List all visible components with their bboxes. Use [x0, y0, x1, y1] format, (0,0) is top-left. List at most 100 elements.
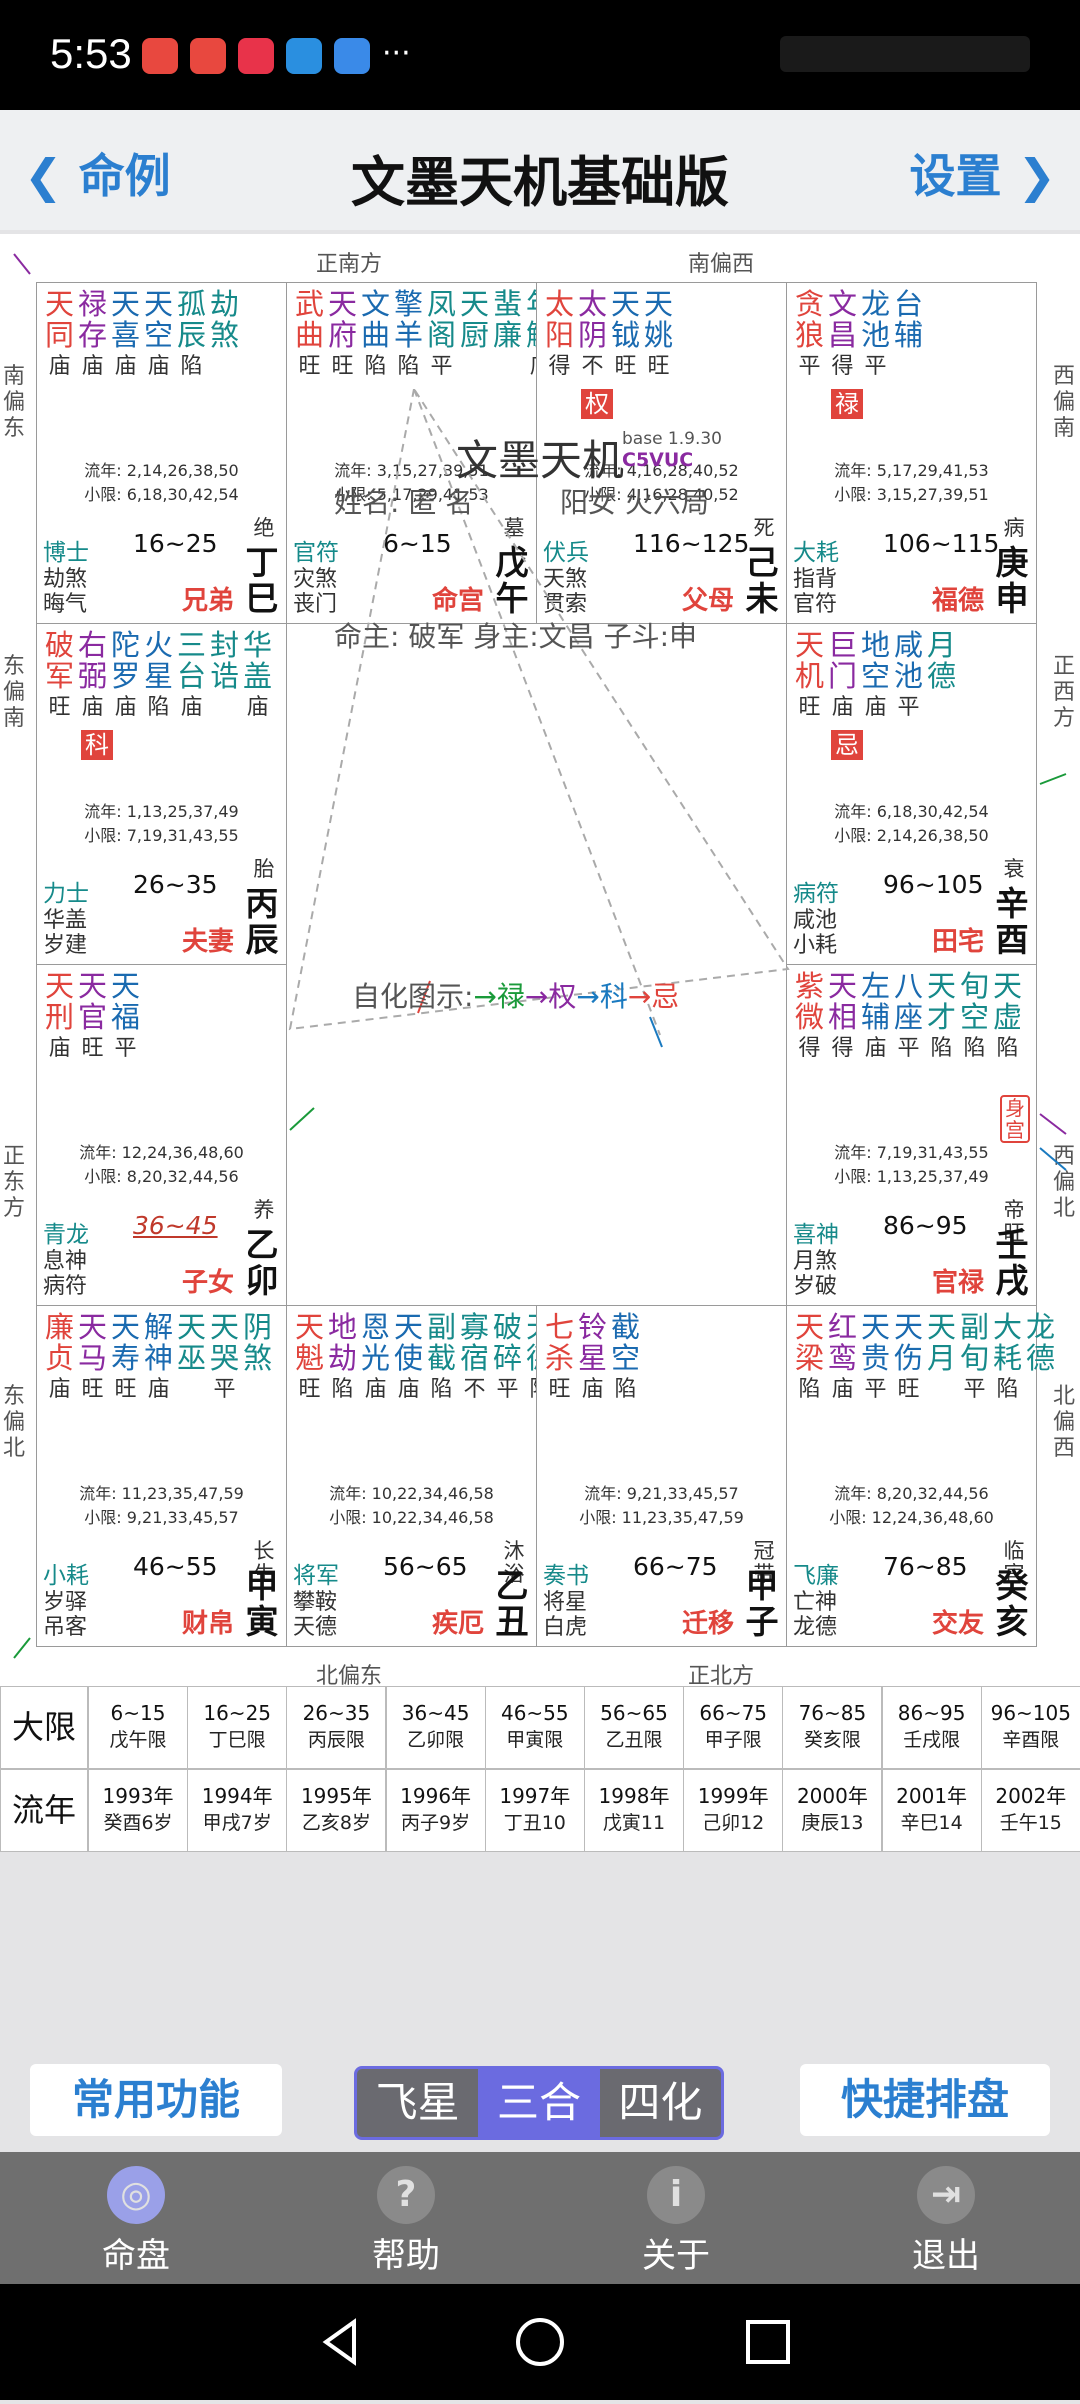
liunian-cell[interactable]: 1993年 癸酉6岁	[88, 1769, 188, 1852]
star-char: 咸	[893, 628, 923, 662]
star-char: 解	[143, 1310, 173, 1344]
chart-app-title: 文墨天机	[456, 436, 625, 485]
daxian-cell[interactable]: 86~95 壬戌限	[881, 1686, 982, 1769]
daxian-cell[interactable]: 66~75 甲子限	[683, 1686, 784, 1769]
daxian-cell-bottom: 乙卯限	[407, 1729, 465, 1751]
deity-tertiary: 岁破	[793, 1274, 838, 1299]
liunian-cell[interactable]: 1994年 甲戌7岁	[187, 1769, 288, 1852]
liunian-cell[interactable]: 2000年 庚辰13	[782, 1769, 883, 1852]
segment-feixing[interactable]: 飞星	[357, 2069, 478, 2137]
star-char: 煞	[242, 1341, 272, 1375]
segment-sihua[interactable]: 四化	[600, 2069, 721, 2137]
liunian-cell-bottom: 己卯12	[702, 1812, 765, 1834]
deity-name: 小耗	[43, 1563, 89, 1589]
liunian-cell[interactable]: 1996年 丙子9岁	[385, 1769, 486, 1852]
star: 八座平	[892, 971, 925, 1063]
tab-help[interactable]: ? 帮助	[306, 2152, 506, 2284]
daxian-cell-top: 26~35	[302, 1701, 371, 1725]
liunian-cell[interactable]: 2002年 壬午15	[980, 1769, 1080, 1852]
deity-name: 大耗	[793, 540, 839, 566]
palace-cell[interactable]: 天魁旺地劫陷恩光庙天使庙副截陷寡宿不破碎平天德陷流年: 10,22,34,46,…	[286, 1305, 555, 1647]
palace-cell[interactable]: 七杀旺铃星庙截空陷流年: 9,21,33,45,57 小限: 11,23,35,4…	[536, 1305, 787, 1647]
star-char: 恩	[360, 1310, 390, 1344]
star-brightness: 平	[897, 695, 920, 720]
daxian-cell-top: 46~55	[500, 1701, 569, 1725]
star-brightness: 平	[213, 1377, 236, 1402]
star-char: 旬	[959, 1341, 989, 1375]
daxian-cell[interactable]: 6~15 戊午限	[88, 1686, 188, 1769]
star: 擎羊陷	[392, 289, 425, 381]
star-brightness: 得	[831, 354, 854, 379]
palace-cell[interactable]: 廉贞庙天马旺天寿旺解神庙天巫天哭平阴煞流年: 11,23,35,47,59 小限:…	[36, 1305, 287, 1647]
star-char: 天	[794, 628, 824, 662]
palace-cell[interactable]: 天梁陷红鸾庙天贵平天伤旺天月副旬平大耗陷龙德流年: 8,20,32,44,56 小…	[786, 1305, 1055, 1647]
star-brightness: 旺	[798, 695, 821, 720]
star: 天府旺	[326, 289, 359, 381]
daxian-cell[interactable]: 36~45 乙卯限	[385, 1686, 486, 1769]
star-char: 月	[926, 628, 956, 662]
liunian-cell[interactable]: 2001年 辛巳14	[881, 1769, 982, 1852]
chart-version: base 1.9.30	[622, 429, 722, 449]
deity-tertiary: 晦气	[43, 592, 88, 617]
liunian-cell-top: 2002年	[995, 1784, 1067, 1808]
star-char: 罗	[110, 659, 140, 693]
liunian-cell[interactable]: 1995年 乙亥8岁	[286, 1769, 387, 1852]
tab-label: 帮助	[372, 2236, 440, 2276]
daxian-cell[interactable]: 26~35 丙辰限	[286, 1686, 387, 1769]
tab-about[interactable]: i 关于	[576, 2152, 776, 2284]
liunian-cell[interactable]: 1997年 丁丑10	[484, 1769, 585, 1852]
common-functions-button[interactable]: 常用功能	[30, 2064, 282, 2136]
star-char: 杀	[544, 1341, 574, 1375]
daxian-cell[interactable]: 96~105 辛酉限	[980, 1686, 1080, 1769]
star-char: 地	[860, 628, 890, 662]
palace-name: 福德	[931, 586, 984, 616]
star-brightness: 陷	[996, 1377, 1019, 1402]
star-char: 姚	[643, 318, 673, 352]
recents-nav-icon[interactable]	[746, 2320, 790, 2364]
palace-cell[interactable]: 贪狼平文昌得龙池平台辅禄流年: 5,17,29,41,53 小限: 3,15,27…	[786, 282, 1037, 624]
star: 阴煞	[241, 1312, 274, 1404]
daxian-cell[interactable]: 16~25 丁巳限	[187, 1686, 288, 1769]
tab-chart[interactable]: ◎ 命盘	[36, 2152, 236, 2284]
daxian-cell[interactable]: 76~85 癸亥限	[782, 1686, 883, 1769]
settings-button[interactable]: 设置 ❯	[909, 140, 1056, 206]
palace-cell[interactable]: 天同庙禄存庙天喜庙天空庙孤辰陷劫煞流年: 2,14,26,38,50 小限: 6,…	[36, 282, 287, 624]
palace-cell[interactable]: 紫微得天相得左辅庙八座平天才陷旬空陷天虚陷身宫 流年: 7,19,31,43,55…	[786, 964, 1037, 1306]
segment-sanhe[interactable]: 三合	[478, 2069, 600, 2137]
star-brightness: 旺	[331, 354, 354, 379]
back-nav-icon[interactable]	[322, 2318, 356, 2366]
tab-label: 命盘	[102, 2236, 170, 2276]
decade-range: 56~65	[383, 1552, 468, 1581]
daxian-cell[interactable]: 46~55 甲寅限	[484, 1686, 585, 1769]
quick-chart-button[interactable]: 快捷排盘	[800, 2064, 1050, 2136]
palace-cell[interactable]: 天机旺巨门庙地空庙咸池平月德忌流年: 6,18,30,42,54 小限: 2,14…	[786, 623, 1037, 965]
star-char: 喜	[110, 318, 140, 352]
daxian-cell[interactable]: 56~65 乙丑限	[584, 1686, 684, 1769]
daxian-cell-top: 6~15	[110, 1701, 166, 1725]
palace-name: 官禄	[931, 1268, 984, 1298]
liunian-cell[interactable]: 1999年 己卯12	[683, 1769, 784, 1852]
liunian-text: 流年: 5,17,29,41,53	[834, 461, 989, 480]
star-char: 破	[492, 1310, 522, 1344]
star: 文曲陷	[359, 289, 392, 381]
star-char: 红	[827, 1310, 857, 1344]
star-char: 天	[794, 1310, 824, 1344]
star-char: 厨	[459, 318, 489, 352]
star: 铃星庙	[576, 1312, 609, 1404]
zihua-legend: 自化图示:→禄→权→科→忌	[352, 975, 679, 1015]
star-char: 阁	[426, 318, 456, 352]
palace-cell[interactable]: 天刑庙天官旺天福平流年: 12,24,36,48,60 小限: 8,20,32,4…	[36, 964, 287, 1306]
home-nav-icon[interactable]	[516, 2318, 564, 2366]
decade-range: 76~85	[883, 1552, 968, 1581]
star: 巨门庙	[826, 630, 859, 722]
star-brightness: 陷	[963, 1036, 986, 1061]
star-char: 府	[327, 318, 357, 352]
palace-cell[interactable]: 破军旺右弼庙陀罗庙火星陷三台庙封诰华盖庙科流年: 1,13,25,37,49 小限…	[36, 623, 287, 965]
star-char: 贵	[860, 1341, 890, 1375]
deity-name: 喜神	[793, 1222, 839, 1248]
liunian-cell[interactable]: 1998年 戊寅11	[584, 1769, 684, 1852]
star-char: 辰	[176, 318, 206, 352]
tab-exit[interactable]: ⇥ 退出	[846, 2152, 1046, 2284]
deity-secondary: 华盖	[43, 908, 88, 933]
star-char: 宿	[459, 1341, 489, 1375]
